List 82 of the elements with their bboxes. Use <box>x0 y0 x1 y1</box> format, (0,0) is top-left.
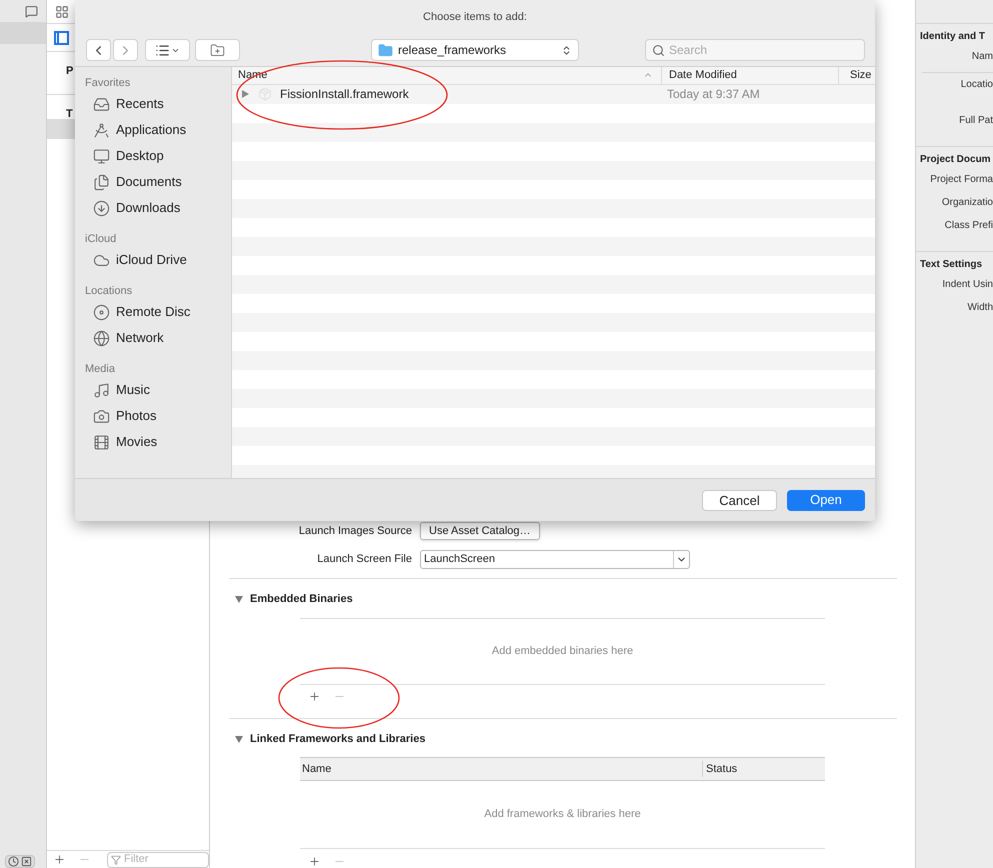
sidebar-item[interactable]: Network <box>85 325 231 351</box>
add-icon[interactable] <box>308 690 321 703</box>
sidebar-toggle-icon[interactable] <box>54 30 69 44</box>
comment-icon[interactable] <box>25 4 38 18</box>
use-asset-catalog-button[interactable]: Use Asset Catalog… <box>420 522 540 540</box>
launch-images-label: Launch Images Source <box>298 524 413 539</box>
view-options-button[interactable] <box>145 39 190 61</box>
inspector-label: Indent Usin <box>942 278 993 292</box>
sidebar-heading: Locations <box>85 284 134 299</box>
sidebar-heading: Favorites <box>85 76 132 91</box>
film-icon <box>93 434 110 450</box>
music-note-icon <box>93 382 110 398</box>
download-icon <box>93 200 110 216</box>
new-folder-button[interactable] <box>195 39 240 61</box>
expand-triangle-icon[interactable] <box>240 89 250 99</box>
camera-icon <box>93 408 110 424</box>
empty-hint: Add frameworks & libraries here <box>484 807 641 822</box>
section-heading: T <box>66 108 73 120</box>
history-button[interactable] <box>5 855 35 868</box>
up-down-icon <box>561 44 572 56</box>
inspector-label: Width <box>967 301 993 315</box>
filter-field[interactable]: Filter <box>107 852 209 868</box>
globe-icon <box>93 330 110 346</box>
section-heading: P <box>66 65 74 77</box>
add-icon[interactable] <box>308 854 321 868</box>
inbox-icon <box>93 96 110 112</box>
empty-hint: Add embedded binaries here <box>492 644 634 659</box>
disc-icon <box>93 304 110 320</box>
dialog-button[interactable]: Open <box>787 490 865 510</box>
sidebar-heading: Media <box>85 362 116 377</box>
folder-plus-icon <box>210 42 225 58</box>
disclosure-triangle-icon[interactable] <box>234 734 244 744</box>
sidebar-item[interactable]: Applications <box>85 117 231 143</box>
sidebar-item[interactable]: Desktop <box>85 143 231 169</box>
inspector-label: Project Forma <box>930 173 993 187</box>
clock-icon <box>8 856 19 867</box>
search-input[interactable]: Search <box>669 41 858 59</box>
sidebar-item[interactable]: Movies <box>85 429 231 455</box>
path-popup[interactable]: release_frameworks <box>371 39 579 61</box>
launch-screen-dropdown[interactable]: LaunchScreen <box>420 550 690 569</box>
inspector-label: Locatio <box>960 78 993 92</box>
close-box-icon <box>21 856 32 867</box>
sidebar-item[interactable]: Recents <box>85 91 231 117</box>
files-icon <box>93 174 110 190</box>
sidebar-item[interactable]: iCloud Drive <box>85 247 231 273</box>
monitor-icon <box>93 148 110 164</box>
inspector-label: Class Prefi <box>944 219 993 233</box>
filter-icon <box>111 854 121 864</box>
inspector-section-title: Text Settings <box>919 258 984 272</box>
inspector-label: Organizatio <box>942 196 993 210</box>
launch-screen-label: Launch Screen File <box>316 552 413 568</box>
inspector-section-title: Project Docum <box>919 153 992 167</box>
list-icon <box>155 42 170 58</box>
dialog-button[interactable]: Cancel <box>702 490 777 510</box>
file-row[interactable]: FissionInstall.framework Today at 9:37 AM <box>232 84 875 104</box>
file-name: FissionInstall.framework <box>280 86 409 103</box>
file-date: Today at 9:37 AM <box>666 86 760 103</box>
inspector-label: Nam <box>972 50 993 64</box>
sidebar-item[interactable]: Music <box>85 377 231 403</box>
dialog-title: Choose items to add: <box>423 10 527 25</box>
search-field[interactable]: Search <box>645 39 865 61</box>
column-header[interactable]: Name <box>300 760 702 778</box>
add-icon[interactable] <box>53 853 66 866</box>
sidebar-item[interactable]: Remote Disc <box>85 299 231 325</box>
sidebar-item[interactable]: Downloads <box>85 195 231 221</box>
column-header[interactable]: Status <box>702 760 825 778</box>
inspector-label: Full Pat <box>959 114 993 128</box>
sidebar-heading: iCloud <box>85 232 118 247</box>
inspector-section-title: Identity and T <box>919 30 986 44</box>
compass-icon <box>93 122 110 138</box>
sidebar-item[interactable]: Documents <box>85 169 231 195</box>
column-header[interactable]: Size <box>838 67 875 84</box>
sidebar-item[interactable]: Photos <box>85 403 231 429</box>
section-title: Linked Frameworks and Libraries <box>250 732 426 746</box>
section-title: Embedded Binaries <box>250 592 353 607</box>
back-button[interactable] <box>86 39 111 61</box>
search-icon <box>652 44 665 56</box>
filter-input[interactable]: Filter <box>124 851 204 868</box>
grid-icon[interactable] <box>55 4 69 18</box>
column-header[interactable]: Date Modified <box>661 67 838 84</box>
folder-icon <box>378 42 393 58</box>
disclosure-triangle-icon[interactable] <box>234 594 244 604</box>
